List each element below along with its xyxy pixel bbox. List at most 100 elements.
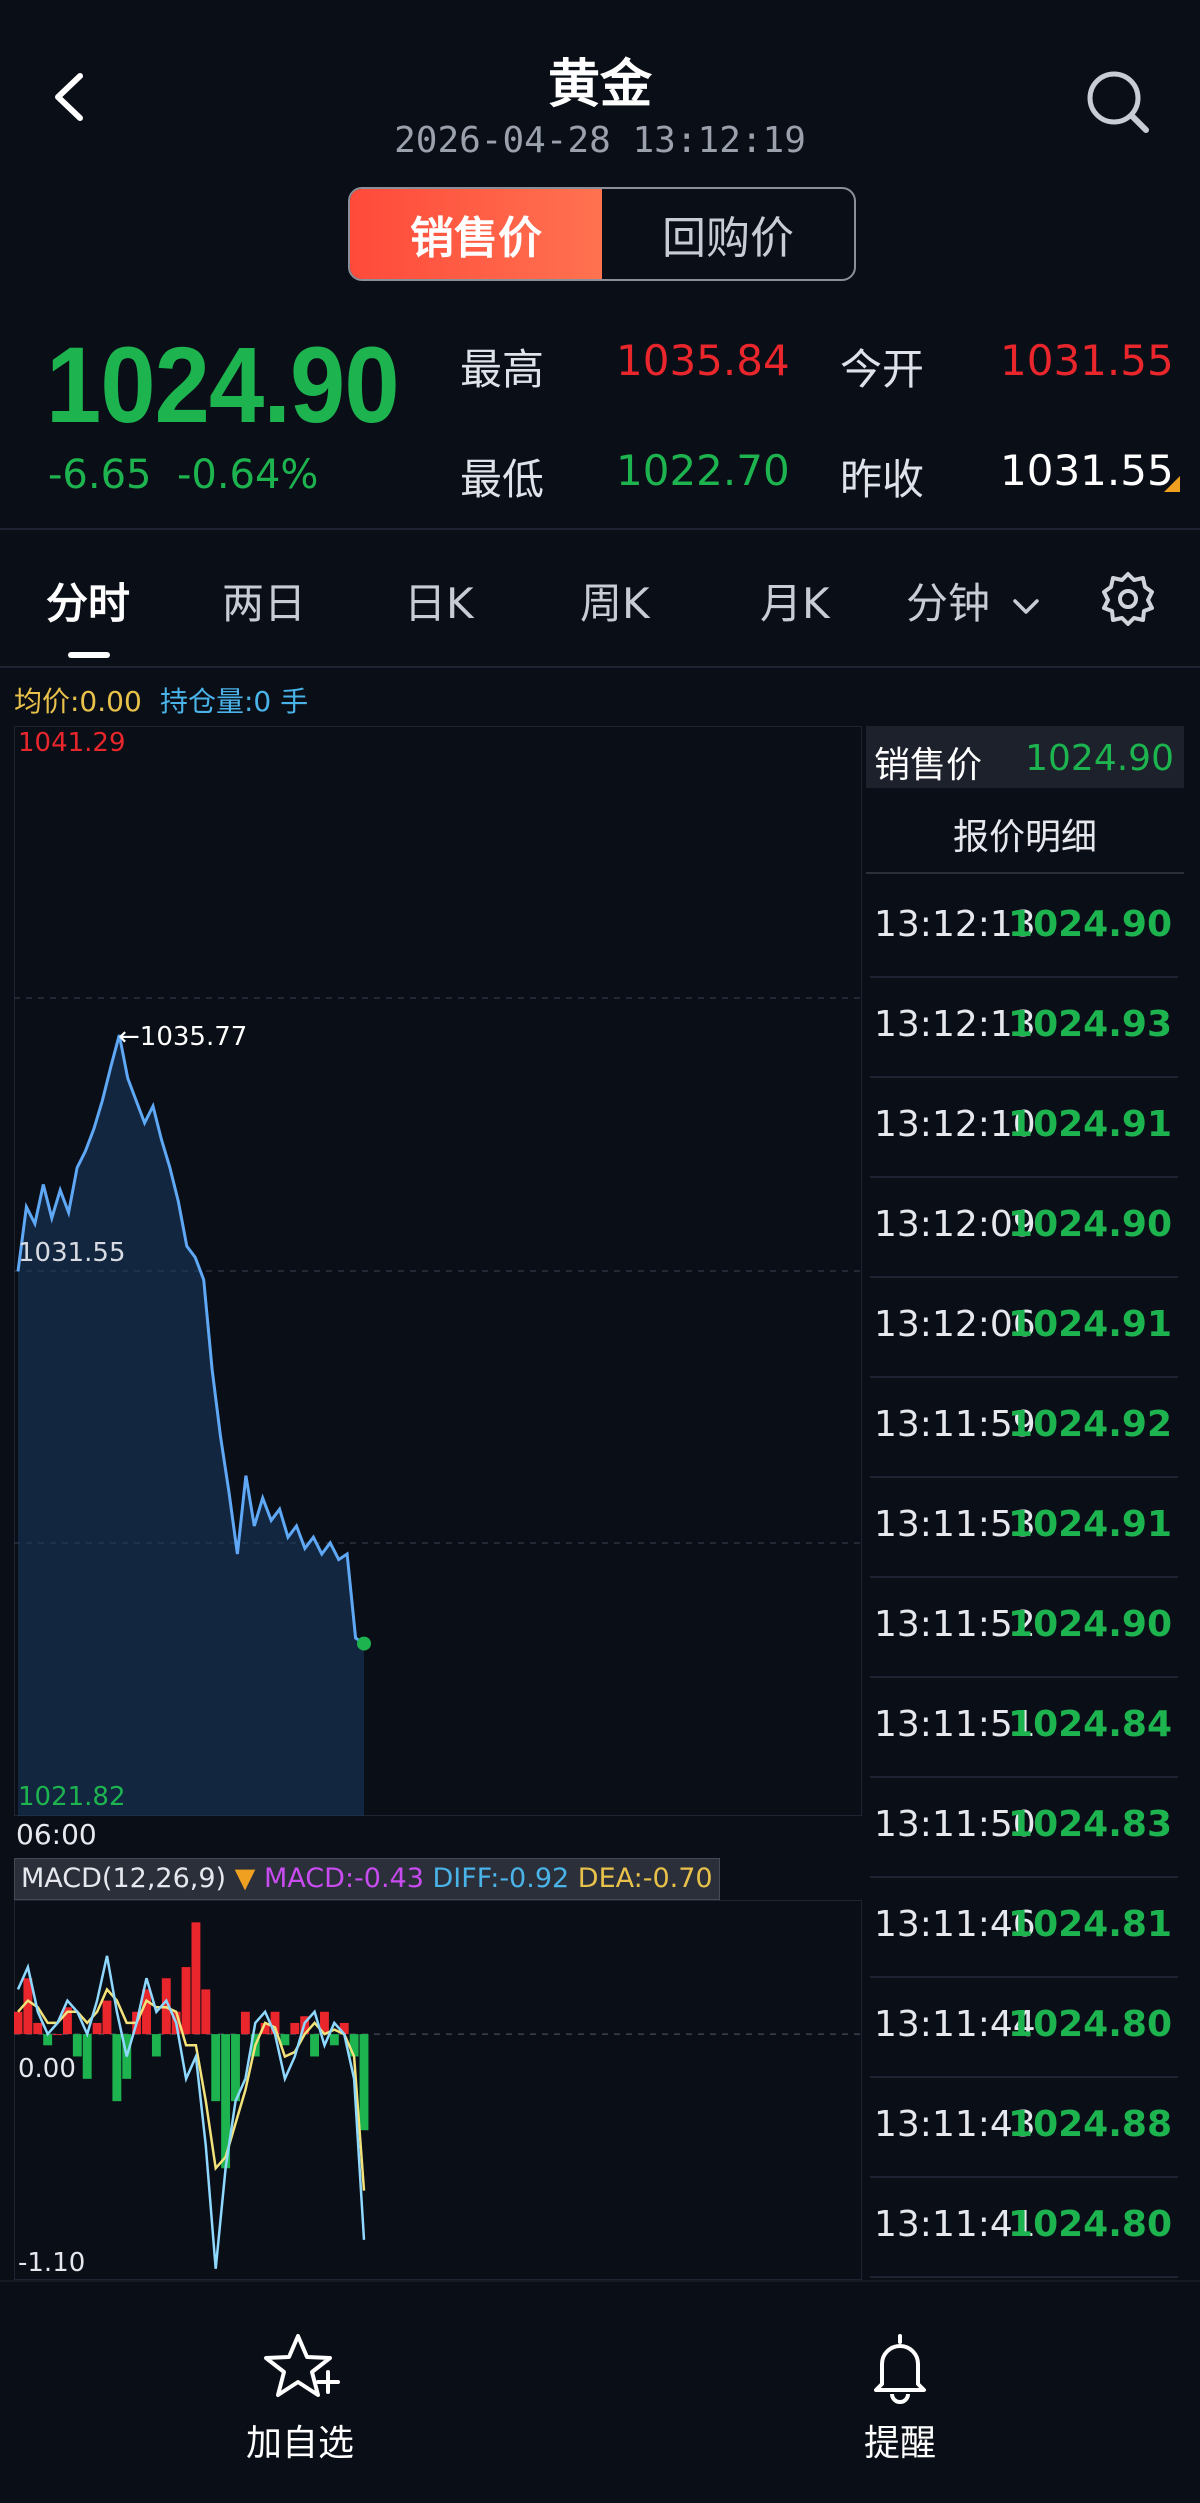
macd-bar bbox=[290, 2022, 300, 2035]
high-label: 最高 bbox=[460, 345, 545, 394]
tick-row: 13:12:10 1024.91 bbox=[870, 1076, 1178, 1178]
tick-header: 销售价 1024.90 bbox=[866, 726, 1184, 788]
chevron-down-icon bbox=[1013, 598, 1040, 614]
macd-bar bbox=[112, 2034, 122, 2102]
macd-value: MACD:-0.43 bbox=[264, 1863, 424, 1894]
tick-price: 1024.83 bbox=[1008, 1804, 1172, 1845]
time-axis-label: 06:00 bbox=[16, 1818, 97, 1851]
chart-min-label: 1021.82 bbox=[18, 1782, 126, 1812]
bell-icon bbox=[874, 2334, 926, 2404]
tab-intraday[interactable]: 分时 bbox=[46, 570, 130, 631]
avg-price-stat: 均价:0.00 bbox=[14, 685, 142, 718]
search-icon[interactable] bbox=[1082, 66, 1154, 138]
peak-annotation: ←1035.77 bbox=[118, 1022, 248, 1052]
macd-bar bbox=[240, 2011, 250, 2035]
tab-minute[interactable]: 分钟 bbox=[906, 570, 1041, 631]
macd-bar bbox=[201, 1989, 211, 2035]
macd-header: MACD(12,26,9) ▼ MACD:-0.43 DIFF:-0.92 DE… bbox=[14, 1858, 720, 1900]
alert-label: 提醒 bbox=[863, 2423, 936, 2464]
tick-price: 1024.92 bbox=[1008, 1404, 1172, 1445]
tick-price: 1024.88 bbox=[1008, 2104, 1172, 2145]
macd-bar bbox=[53, 2034, 62, 2036]
tick-price: 1024.90 bbox=[1008, 1604, 1172, 1645]
prev-close-label: 昨收 bbox=[840, 455, 925, 504]
open-label: 今开 bbox=[840, 345, 925, 394]
tick-row: 13:12:13 1024.93 bbox=[870, 976, 1178, 1078]
macd-title: MACD(12,26,9) bbox=[21, 1863, 227, 1894]
page-title: 黄金 bbox=[547, 55, 652, 115]
tick-price: 1024.80 bbox=[1008, 2204, 1172, 2245]
tab-weekly-k[interactable]: 周K bbox=[580, 570, 650, 631]
tick-row: 13:11:59 1024.92 bbox=[870, 1376, 1178, 1478]
prev-close-value: 1031.55 bbox=[1000, 446, 1174, 495]
gear-icon[interactable] bbox=[1100, 570, 1156, 626]
tick-row: 13:11:53 1024.91 bbox=[870, 1476, 1178, 1578]
macd-chart[interactable] bbox=[14, 1900, 862, 2280]
tick-header-value: 1024.90 bbox=[1025, 738, 1174, 779]
open-value: 1031.55 bbox=[1000, 336, 1174, 385]
diff-value: DIFF:-0.92 bbox=[432, 1863, 570, 1894]
chart-max-label: 1041.29 bbox=[18, 728, 126, 758]
low-label: 最低 bbox=[460, 455, 545, 504]
price-change: -6.65 -0.64% bbox=[48, 452, 318, 498]
tick-row: 13:11:51 1024.84 bbox=[870, 1676, 1178, 1778]
tab-monthly-k[interactable]: 月K bbox=[760, 570, 830, 631]
tab-two-day[interactable]: 两日 bbox=[222, 570, 306, 631]
bottom-bar-divider bbox=[0, 2280, 1200, 2282]
diff-line bbox=[16, 1955, 366, 2269]
tick-price: 1024.80 bbox=[1008, 2004, 1172, 2045]
active-tab-indicator bbox=[68, 652, 110, 658]
star-plus-icon bbox=[264, 2334, 340, 2397]
macd-frame bbox=[14, 1900, 862, 2280]
quote-datetime: 2026-04-28 13:12:19 bbox=[394, 120, 806, 161]
buyback-price-tab[interactable]: 回购价 bbox=[602, 189, 854, 279]
tab-minute-label: 分钟 bbox=[906, 579, 991, 628]
tick-divider bbox=[866, 872, 1184, 874]
macd-bar bbox=[310, 2034, 320, 2057]
tab-daily-k[interactable]: 日K bbox=[404, 570, 474, 631]
holding-stat: 持仓量:0 手 bbox=[160, 685, 309, 718]
macd-bar bbox=[14, 2011, 23, 2035]
macd-zero-label: 0.00 bbox=[18, 2054, 76, 2084]
add-watchlist-label: 加自选 bbox=[245, 2423, 354, 2464]
tabs-divider bbox=[0, 666, 1200, 668]
tick-price: 1024.81 bbox=[1008, 1904, 1172, 1945]
change-percent: -0.64% bbox=[176, 452, 319, 498]
tick-row: 13:11:52 1024.90 bbox=[870, 1576, 1178, 1678]
add-watchlist-button[interactable]: 加自选 bbox=[200, 2330, 400, 2466]
tick-price: 1024.91 bbox=[1008, 1304, 1172, 1345]
macd-min-label: -1.10 bbox=[18, 2248, 86, 2278]
tick-price: 1024.91 bbox=[1008, 1504, 1172, 1545]
current-price-dot bbox=[357, 1636, 371, 1651]
macd-bar bbox=[82, 2034, 92, 2079]
macd-bar bbox=[181, 1967, 191, 2035]
tick-price: 1024.90 bbox=[1008, 904, 1172, 945]
tick-row: 13:11:44 1024.80 bbox=[870, 1976, 1178, 2078]
tick-price: 1024.84 bbox=[1008, 1704, 1172, 1745]
macd-bar bbox=[349, 2034, 359, 2057]
quote-divider bbox=[0, 528, 1200, 530]
macd-bar bbox=[191, 1922, 201, 2035]
alert-button[interactable]: 提醒 bbox=[800, 2330, 1000, 2466]
macd-bar bbox=[33, 2022, 43, 2035]
tick-row: 13:11:50 1024.83 bbox=[870, 1776, 1178, 1878]
sell-price-tab[interactable]: 销售价 bbox=[350, 189, 602, 279]
change-value: -6.65 bbox=[48, 452, 152, 498]
tick-row: 13:12:06 1024.91 bbox=[870, 1276, 1178, 1378]
price-type-switch: 销售价 回购价 bbox=[348, 187, 856, 281]
dea-value: DEA:-0.70 bbox=[577, 1863, 713, 1894]
tick-price: 1024.93 bbox=[1008, 1004, 1172, 1045]
price-area bbox=[18, 1035, 364, 1816]
intraday-price-chart[interactable] bbox=[14, 726, 862, 1816]
tick-row: 13:12:09 1024.90 bbox=[870, 1176, 1178, 1278]
low-value: 1022.70 bbox=[616, 446, 790, 495]
current-price: 1024.90 bbox=[46, 324, 400, 445]
high-value: 1035.84 bbox=[616, 336, 790, 385]
tick-row: 13:11:41 1024.80 bbox=[870, 2176, 1178, 2278]
tick-row: 13:11:46 1024.81 bbox=[870, 1876, 1178, 1978]
macd-bar bbox=[329, 2034, 339, 2046]
tick-price: 1024.90 bbox=[1008, 1204, 1172, 1245]
tick-row: 13:12:13 1024.90 bbox=[870, 876, 1178, 978]
macd-bar bbox=[92, 2022, 102, 2035]
tick-row: 13:11:43 1024.88 bbox=[870, 2076, 1178, 2178]
